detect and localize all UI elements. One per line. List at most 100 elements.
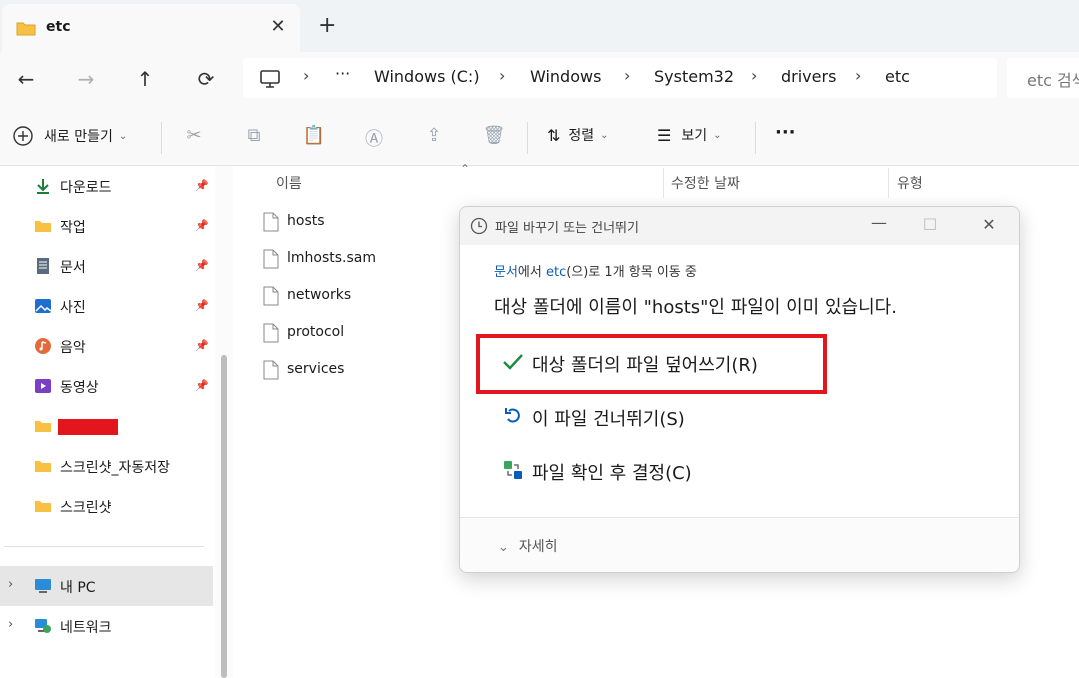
view-icon: ☰ [657,125,672,145]
sidebar-divider [4,546,204,547]
sidebar-item-this-pc[interactable]: › 내 PC [0,566,213,606]
pin-icon: 📌 [195,179,209,192]
address-bar[interactable]: › ··· Windows (C:) › Windows › System32 … [243,58,997,98]
new-button[interactable]: 새로 만들기 ⌄ [12,125,127,147]
paste-icon[interactable]: 📋 [302,125,326,149]
copy-icon[interactable]: ⧉ [242,125,266,149]
sidebar-item-label: 스크린샷 [60,500,112,516]
decide-option[interactable]: 파일 확인 후 결정(C) [500,452,692,492]
divider [527,122,528,154]
file-icon [263,249,279,269]
sidebar-item-documents[interactable]: 문서 📌 [0,248,213,284]
computer-icon [35,579,51,593]
breadcrumb-windows[interactable]: Windows [530,67,601,86]
breadcrumb-c-drive[interactable]: Windows (C:) [374,67,480,86]
share-icon[interactable]: ⇪ [422,125,446,149]
decide-option-label: 파일 확인 후 결정(C) [532,463,692,484]
file-name: networks [287,287,352,303]
back-button[interactable]: ← [12,65,40,93]
dialog-close-button[interactable]: ✕ [977,215,1001,234]
sidebar-item-work[interactable]: 작업 📌 [0,208,213,244]
skip-option[interactable]: 이 파일 건너뛰기(S) [500,398,685,438]
sidebar-item-pictures[interactable]: 사진 📌 [0,288,213,324]
cut-icon[interactable]: ✂ [182,125,206,149]
clock-icon [470,217,488,235]
sidebar-item-screenshots-auto[interactable]: 스크린샷_자동저장 [0,448,213,484]
dialog-title-bar: 파일 바꾸기 또는 건너뛰기 — ☐ ✕ [460,207,1019,245]
video-icon [35,379,51,393]
chevron-down-icon: ⌄ [713,129,722,141]
file-row-lmhosts[interactable]: lmhosts.sam [255,244,455,274]
breadcrumb-more[interactable]: ··· [335,64,350,83]
network-icon [35,619,51,633]
sidebar-item-downloads[interactable]: 다운로드 📌 [0,168,213,204]
sort-button[interactable]: ⇅ 정렬 ⌄ [547,125,609,145]
tab-etc[interactable]: etc ✕ [2,4,300,52]
file-row-networks[interactable]: networks [255,281,455,311]
file-row-protocol[interactable]: protocol [255,318,455,348]
view-button[interactable]: ☰ 보기 ⌄ [657,125,722,145]
sidebar-item-network[interactable]: › 네트워크 [0,608,213,644]
skip-option-label: 이 파일 건너뛰기(S) [532,409,685,430]
more-options-button[interactable]: ··· [775,122,796,143]
plus-circle-icon [13,126,33,146]
computer-icon [260,70,280,88]
folder-icon [16,22,36,36]
file-icon [263,323,279,343]
tab-close-button[interactable]: ✕ [268,16,288,37]
compare-icon [500,459,526,486]
search-input[interactable]: etc 검색 [1007,58,1079,98]
chevron-down-icon: ⌄ [498,540,509,555]
folder-icon [35,221,51,232]
folder-icon [35,461,51,472]
column-divider[interactable] [888,168,889,198]
column-header-name[interactable]: 이름 [276,173,302,193]
breadcrumb-system32[interactable]: System32 [654,67,734,86]
replace-or-skip-dialog: 파일 바꾸기 또는 건너뛰기 — ☐ ✕ 문서에서 etc(으)로 1개 항목 … [459,206,1020,573]
sort-icon: ⇅ [547,125,561,145]
sidebar-item-label: 다운로드 [60,180,112,196]
rename-icon[interactable]: Ⓐ [362,125,386,150]
download-icon [37,179,49,194]
pictures-icon [35,299,52,313]
dialog-status: 문서에서 etc(으)로 1개 항목 이동 중 [494,261,697,280]
sidebar-item-videos[interactable]: 동영상 📌 [0,368,213,404]
folder-icon [35,501,51,512]
chevron-right-icon: › [8,577,14,592]
title-bar: etc ✕ + [0,0,1079,52]
dialog-footer: ⌄ 자세히 [460,517,1019,572]
replace-option[interactable]: 대상 폴더의 파일 덮어쓰기(R) [500,344,758,384]
up-button[interactable]: ↑ [131,65,159,93]
sidebar-item-music[interactable]: 음악 📌 [0,328,213,364]
file-icon [263,286,279,306]
file-row-services[interactable]: services [255,355,455,385]
minimize-button[interactable]: — [867,213,891,232]
replace-option-label: 대상 폴더의 파일 덮어쓰기(R) [532,355,758,376]
sidebar-scrollbar-thumb[interactable] [221,355,227,678]
destination-folder-link[interactable]: etc [546,265,566,280]
source-folder-link[interactable]: 문서 [494,265,518,280]
redaction-block [58,419,118,435]
status-text: 에서 [517,265,546,280]
column-divider[interactable] [663,168,664,198]
file-name: hosts [287,213,325,229]
new-tab-button[interactable]: + [318,13,336,38]
file-row-hosts[interactable]: hosts [255,207,455,237]
pin-icon: 📌 [195,219,209,232]
sidebar-item-redacted[interactable] [0,408,213,444]
chevron-right-icon: › [751,66,758,85]
file-name: protocol [287,324,345,340]
column-header-type[interactable]: 유형 [897,173,923,193]
breadcrumb-etc[interactable]: etc [885,67,910,86]
chevron-right-icon: › [855,66,862,85]
chevron-right-icon: › [8,617,14,632]
sidebar-item-screenshots[interactable]: 스크린샷 [0,488,213,524]
delete-icon[interactable]: 🗑 [482,125,506,149]
details-toggle[interactable]: ⌄ 자세히 [498,536,558,556]
column-header-date[interactable]: 수정한 날짜 [671,173,740,193]
forward-button[interactable]: → [72,65,100,93]
sidebar-item-label: 스크린샷_자동저장 [60,460,171,476]
breadcrumb-drivers[interactable]: drivers [781,67,836,86]
refresh-button[interactable]: ⟳ [192,65,220,93]
maximize-button[interactable]: ☐ [918,215,942,234]
